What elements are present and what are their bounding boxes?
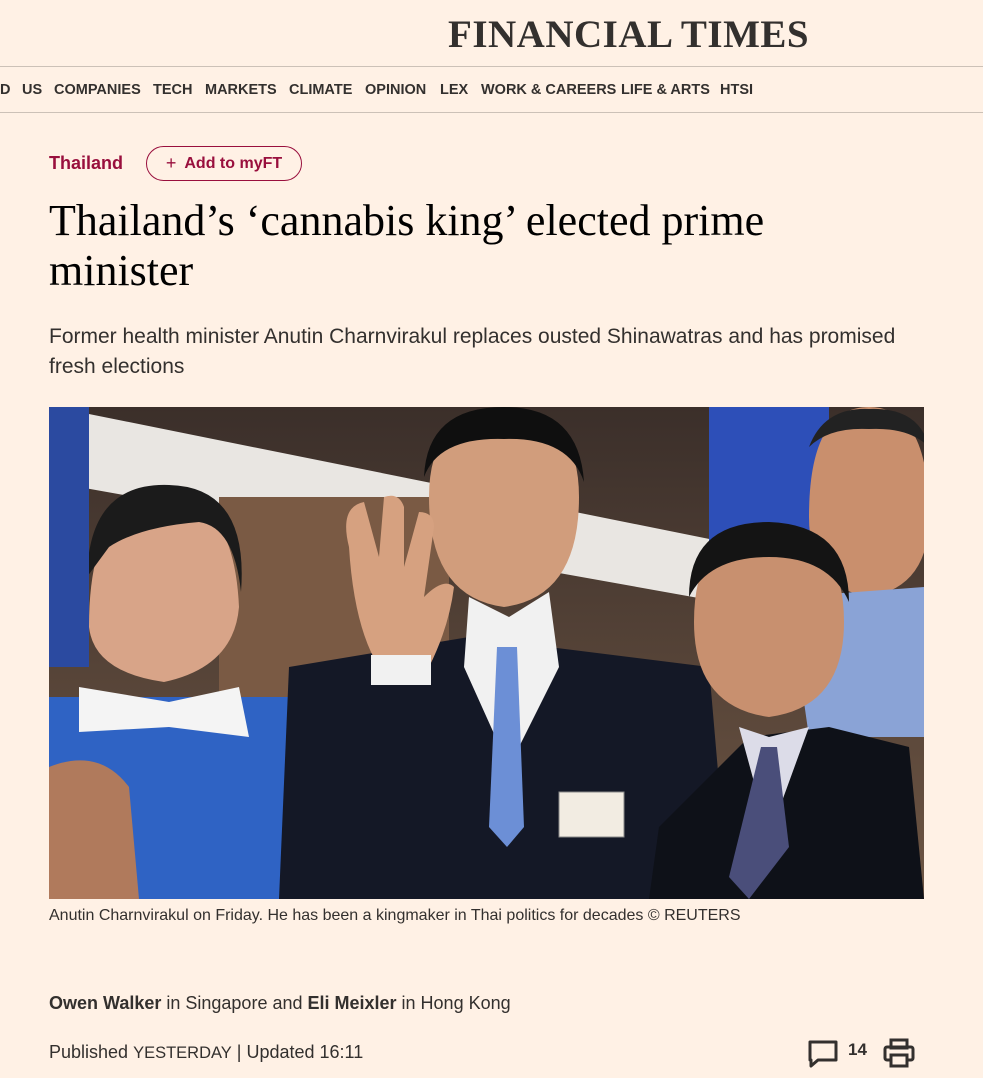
comments-button[interactable] xyxy=(806,1036,840,1070)
headline: Thailand’s ‘cannabis king’ elected prime… xyxy=(49,196,765,295)
nav-item-htsi[interactable]: HTSI xyxy=(720,82,753,98)
print-icon xyxy=(883,1038,915,1068)
add-to-myft-label: Add to myFT xyxy=(184,154,283,172)
article-photo xyxy=(49,407,924,899)
updated-time: 16:11 xyxy=(319,1042,364,1062)
nav-item-tech[interactable]: TECH xyxy=(153,82,192,98)
byline-location-1: in Singapore and xyxy=(161,993,308,1013)
byline-location-2: in Hong Kong xyxy=(396,993,511,1013)
plus-icon: + xyxy=(165,153,177,173)
masthead: FINANCIAL TIMES xyxy=(0,0,983,67)
nav-item-life-arts[interactable]: LIFE & ARTS xyxy=(621,82,710,98)
publish-separator: | xyxy=(231,1042,247,1062)
updated-label: Updated xyxy=(246,1042,320,1062)
topic-link[interactable]: Thailand xyxy=(49,153,123,174)
publish-info: Published YESTERDAY | Updated 16:11 xyxy=(49,1042,363,1063)
print-button[interactable] xyxy=(882,1036,916,1070)
photo-caption: Anutin Charnvirakul on Friday. He has be… xyxy=(49,907,741,924)
article-tools: 14 xyxy=(806,1036,916,1070)
comment-count[interactable]: 14 xyxy=(848,1040,867,1060)
speech-bubble-icon xyxy=(808,1040,838,1068)
nav-item-companies[interactable]: COMPANIES xyxy=(54,82,141,98)
nav-item-climate[interactable]: CLIMATE xyxy=(289,82,352,98)
author-link-owen-walker[interactable]: Owen Walker xyxy=(49,993,161,1013)
nav-item-opinion[interactable]: OPINION xyxy=(365,82,426,98)
standfirst: Former health minister Anutin Charnvirak… xyxy=(49,325,896,378)
nav-item-markets[interactable]: MARKETS xyxy=(205,82,277,98)
byline: Owen Walker in Singapore and Eli Meixler… xyxy=(49,993,511,1014)
add-to-myft-button[interactable]: + Add to myFT xyxy=(146,146,302,181)
published-time: YESTERDAY xyxy=(133,1044,232,1062)
published-label: Published xyxy=(49,1042,134,1062)
ft-logo[interactable]: FINANCIAL TIMES xyxy=(448,12,809,57)
nav-item-us[interactable]: US xyxy=(22,82,42,98)
main-nav: D US COMPANIES TECH MARKETS CLIMATE OPIN… xyxy=(0,67,983,113)
nav-item-work-careers[interactable]: WORK & CAREERS xyxy=(481,82,616,98)
nav-item-world[interactable]: D xyxy=(0,82,10,98)
author-link-eli-meixler[interactable]: Eli Meixler xyxy=(307,993,396,1013)
nav-item-lex[interactable]: LEX xyxy=(440,82,468,98)
